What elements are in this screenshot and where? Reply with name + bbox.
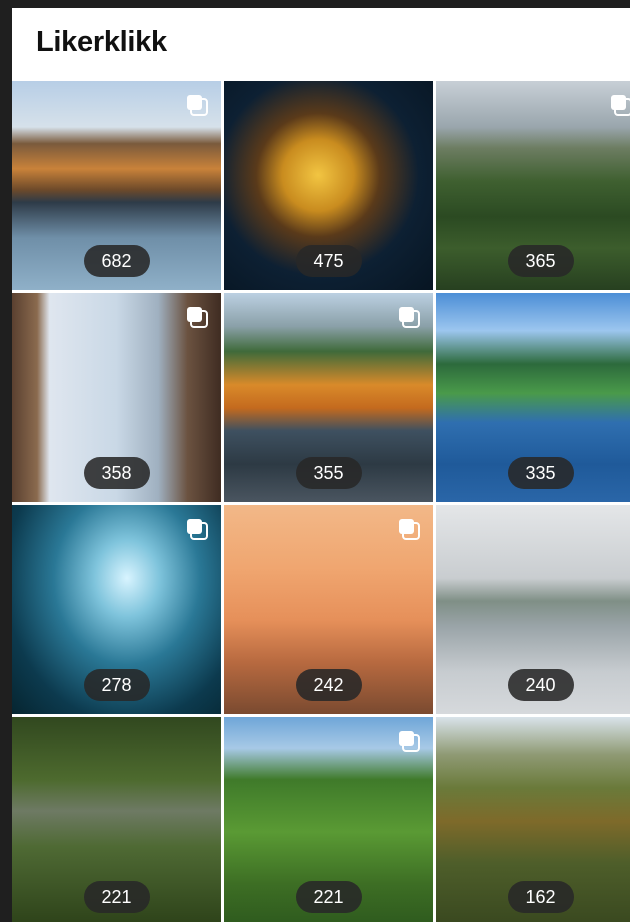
photo-tile[interactable]: 475 xyxy=(224,81,433,290)
multiple-photos-icon xyxy=(187,95,208,116)
photo-tile[interactable]: 240 xyxy=(436,505,630,714)
multiple-photos-icon xyxy=(399,519,420,540)
photo-tile[interactable]: 335 xyxy=(436,293,630,502)
like-count-badge: 162 xyxy=(507,881,574,913)
multiple-photos-icon xyxy=(399,307,420,328)
like-count-badge: 475 xyxy=(295,245,362,277)
like-count-badge: 365 xyxy=(507,245,574,277)
multiple-photos-icon xyxy=(399,731,420,752)
likes-panel: Likerklikk 682 475 365 358 355 335 278 242 240 22… xyxy=(12,8,630,922)
like-count-badge: 355 xyxy=(295,457,362,489)
page-title: Likerklikk xyxy=(36,26,167,58)
photo-tile[interactable]: 278 xyxy=(12,505,221,714)
multiple-photos-icon xyxy=(187,519,208,540)
photo-tile[interactable]: 221 xyxy=(12,717,221,922)
like-count-badge: 278 xyxy=(83,669,150,701)
like-count-badge: 358 xyxy=(83,457,150,489)
photo-tile[interactable]: 365 xyxy=(436,81,630,290)
multiple-photos-icon xyxy=(611,95,630,116)
photo-tile[interactable]: 358 xyxy=(12,293,221,502)
multiple-photos-icon xyxy=(187,307,208,328)
like-count-badge: 335 xyxy=(507,457,574,489)
photo-tile[interactable]: 682 xyxy=(12,81,221,290)
photo-tile[interactable]: 355 xyxy=(224,293,433,502)
like-count-badge: 242 xyxy=(295,669,362,701)
like-count-badge: 221 xyxy=(295,881,362,913)
like-count-badge: 682 xyxy=(83,245,150,277)
photo-tile[interactable]: 242 xyxy=(224,505,433,714)
like-count-badge: 221 xyxy=(83,881,150,913)
photo-tile[interactable]: 221 xyxy=(224,717,433,922)
like-count-badge: 240 xyxy=(507,669,574,701)
photo-tile[interactable]: 162 xyxy=(436,717,630,922)
